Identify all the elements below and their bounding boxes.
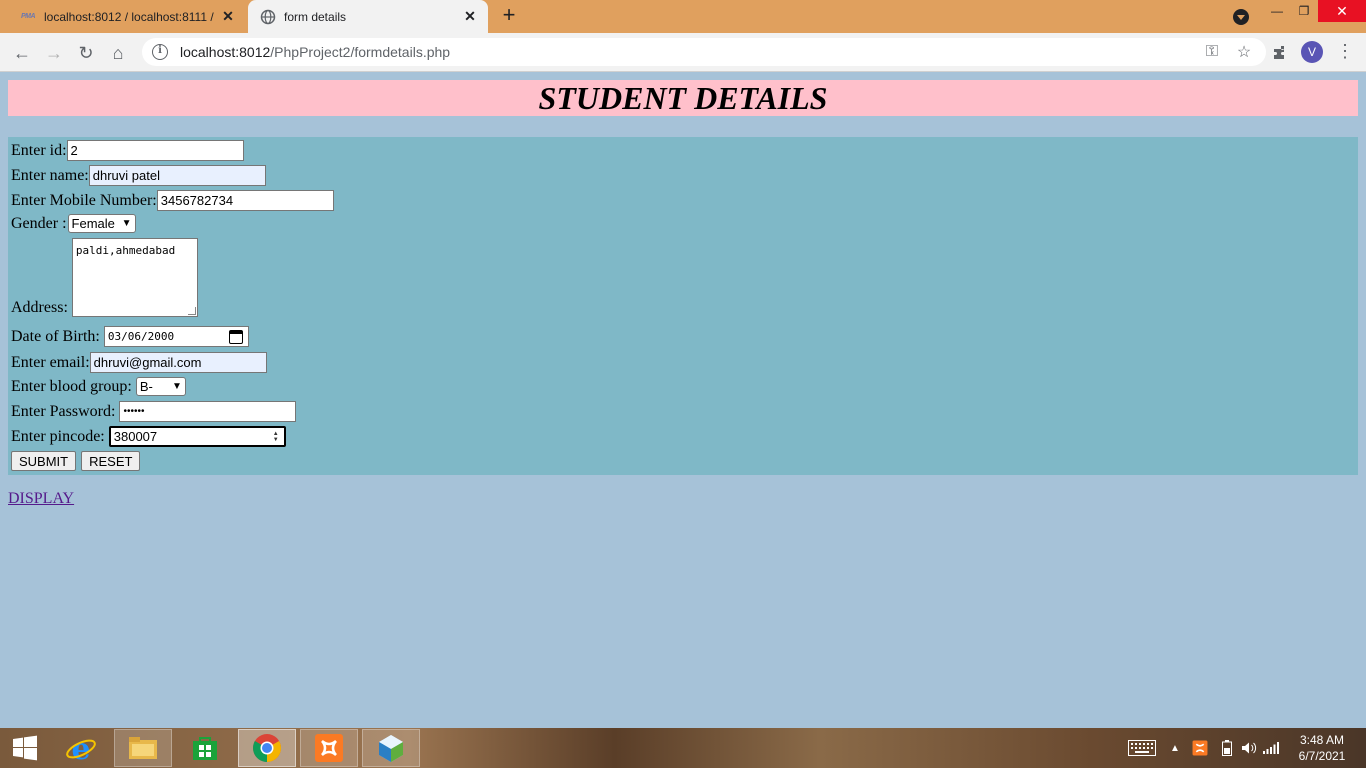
xampp-icon[interactable] <box>300 729 358 767</box>
browser-tabstrip: PMA localhost:8012 / localhost:8111 / ✕ … <box>0 0 1366 33</box>
email-label: Enter email: <box>11 353 90 371</box>
volume-icon[interactable] <box>1240 728 1258 768</box>
email-input[interactable]: dhruvi@gmail.com <box>89 352 267 373</box>
gender-select[interactable]: Female ▼ <box>67 214 136 233</box>
tab-search-icon[interactable] <box>1233 9 1249 25</box>
dob-label: Date of Birth: <box>11 327 100 345</box>
name-label: Enter name: <box>11 166 89 184</box>
address-bar[interactable]: i localhost:8012/PhpProject2/formdetails… <box>142 38 1266 66</box>
blood-label: Enter blood group: <box>11 377 132 395</box>
browser-toolbar: ← → ↻ ⌂ i localhost:8012/PhpProject2/for… <box>0 33 1366 72</box>
tab-form-details[interactable]: form details ✕ <box>248 0 488 33</box>
tab-title: localhost:8012 / localhost:8111 / <box>44 9 214 24</box>
chevron-down-icon: ▼ <box>121 218 132 229</box>
new-tab-button[interactable]: + <box>498 4 520 27</box>
svg-text:e: e <box>71 732 90 764</box>
password-label: Enter Password: <box>11 402 116 420</box>
address-value: paldi,ahmedabad <box>75 244 176 257</box>
buttons-row: SUBMIT RESET <box>11 451 145 471</box>
blood-group-select[interactable]: B- ▼ <box>135 377 186 396</box>
touch-keyboard-icon[interactable] <box>1126 728 1158 768</box>
profile-avatar[interactable]: V <box>1301 41 1323 63</box>
url-text[interactable]: localhost:8012/PhpProject2/formdetails.p… <box>180 44 1202 60</box>
password-row: Enter Password: •••••• <box>11 401 297 422</box>
gender-row: Gender : Female ▼ <box>11 214 136 233</box>
pincode-row: Enter pincode: 380007 ▲ ▼ <box>11 426 286 447</box>
address-row: Address: paldi,ahmedabad <box>11 238 198 317</box>
reset-button[interactable]: RESET <box>81 451 141 471</box>
home-icon[interactable]: ⌂ <box>106 41 130 65</box>
internet-explorer-icon[interactable]: e <box>52 729 110 767</box>
tab-phpmyadmin[interactable]: PMA localhost:8012 / localhost:8111 / ✕ <box>8 0 246 33</box>
id-label: Enter id: <box>11 141 67 159</box>
password-input[interactable]: •••••• <box>119 401 297 422</box>
resize-grip-icon[interactable] <box>187 307 196 315</box>
id-row: Enter id: 2 <box>11 140 244 161</box>
address-label: Address: <box>11 299 68 316</box>
phpmyadmin-icon: PMA <box>20 13 36 20</box>
calendar-icon[interactable] <box>228 329 243 344</box>
netbeans-icon[interactable] <box>362 729 420 767</box>
gender-value: Female <box>71 216 115 231</box>
close-icon[interactable]: ✕ <box>218 7 238 27</box>
mobile-label: Enter Mobile Number: <box>11 191 157 209</box>
pincode-value: 380007 <box>113 429 158 444</box>
address-textarea[interactable]: paldi,ahmedabad <box>71 238 198 317</box>
xampp-tray-icon[interactable] <box>1190 728 1210 768</box>
chevron-down-icon: ▼ <box>171 381 182 392</box>
name-row: Enter name: dhruvi patel <box>11 165 266 186</box>
email-row: Enter email: dhruvi@gmail.com <box>11 352 267 373</box>
window-close-button[interactable]: ✕ <box>1318 0 1366 22</box>
page-body: STUDENT DETAILS Enter id: 2 Enter name: … <box>0 72 1366 728</box>
reload-icon[interactable]: ↻ <box>74 41 98 65</box>
blood-value: B- <box>139 379 153 394</box>
close-icon[interactable]: ✕ <box>460 7 480 27</box>
file-explorer-icon[interactable] <box>114 729 172 767</box>
clock-date: 6/7/2021 <box>1298 749 1346 763</box>
key-icon[interactable]: ⚿ <box>1202 42 1222 62</box>
windows-taskbar: e ▲ 3:48 AM 6/7/2021 <box>0 728 1366 768</box>
id-input[interactable]: 2 <box>66 140 244 161</box>
battery-icon[interactable] <box>1218 728 1236 768</box>
show-hidden-icons-chevron-icon[interactable]: ▲ <box>1168 728 1182 768</box>
submit-button[interactable]: SUBMIT <box>11 451 77 471</box>
taskbar-clock[interactable]: 3:48 AM 6/7/2021 <box>1290 732 1354 764</box>
mobile-row: Enter Mobile Number: 3456782734 <box>11 190 334 211</box>
network-signal-icon[interactable] <box>1262 728 1280 768</box>
pincode-label: Enter pincode: <box>11 427 105 445</box>
dob-value: 03/06/2000 <box>107 330 175 343</box>
gender-label: Gender : <box>11 214 67 232</box>
clock-time: 3:48 AM <box>1299 733 1345 747</box>
dob-input[interactable]: 03/06/2000 <box>103 326 249 347</box>
tab-title: form details <box>284 9 347 24</box>
site-info-icon[interactable]: i <box>152 44 168 60</box>
back-icon[interactable]: ← <box>10 41 34 65</box>
pincode-input[interactable]: 380007 ▲ ▼ <box>108 426 286 447</box>
chrome-icon[interactable] <box>238 729 296 767</box>
spinner-arrows-icon[interactable]: ▲ ▼ <box>273 431 279 443</box>
mobile-input[interactable]: 3456782734 <box>156 190 334 211</box>
menu-icon[interactable]: ⋮ <box>1336 42 1354 62</box>
student-form: Enter id: 2 Enter name: dhruvi patel Ent… <box>8 137 1358 475</box>
windows-start-icon[interactable] <box>0 729 50 767</box>
bookmark-star-icon[interactable]: ☆ <box>1234 42 1254 62</box>
dob-row: Date of Birth: 03/06/2000 <box>11 326 249 347</box>
store-icon[interactable] <box>176 729 234 767</box>
name-input[interactable]: dhruvi patel <box>88 165 266 186</box>
display-link[interactable]: DISPLAY <box>8 490 74 508</box>
page-title: STUDENT DETAILS <box>8 80 1358 116</box>
extensions-icon[interactable] <box>1268 41 1292 65</box>
globe-icon <box>260 9 276 25</box>
blood-row: Enter blood group: B- ▼ <box>11 377 186 396</box>
forward-icon[interactable]: → <box>42 41 66 65</box>
